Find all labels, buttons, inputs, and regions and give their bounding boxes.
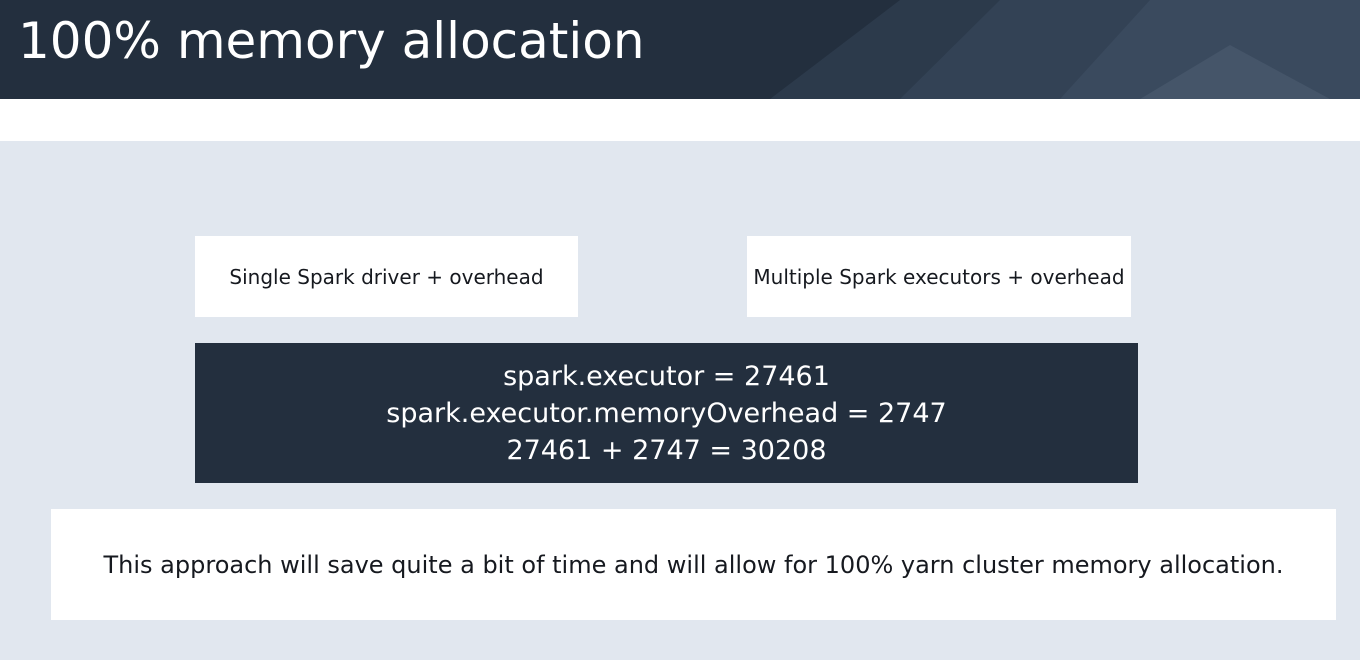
slide-header: 100% memory allocation [0, 0, 1360, 99]
executors-box: Multiple Spark executors + overhead [747, 236, 1131, 317]
executors-box-label: Multiple Spark executors + overhead [753, 264, 1125, 289]
memory-formula-panel: spark.executor = 27461 spark.executor.me… [195, 343, 1138, 483]
driver-box-label: Single Spark driver + overhead [229, 264, 544, 289]
header-spacer [0, 99, 1360, 141]
driver-box: Single Spark driver + overhead [195, 236, 578, 317]
formula-line-total: 27461 + 2747 = 30208 [506, 434, 827, 466]
summary-note: This approach will save quite a bit of t… [51, 509, 1336, 620]
formula-line-executor: spark.executor = 27461 [503, 360, 830, 392]
formula-line-overhead: spark.executor.memoryOverhead = 2747 [386, 397, 947, 429]
slide-title: 100% memory allocation [18, 12, 645, 70]
summary-note-text: This approach will save quite a bit of t… [103, 550, 1284, 579]
